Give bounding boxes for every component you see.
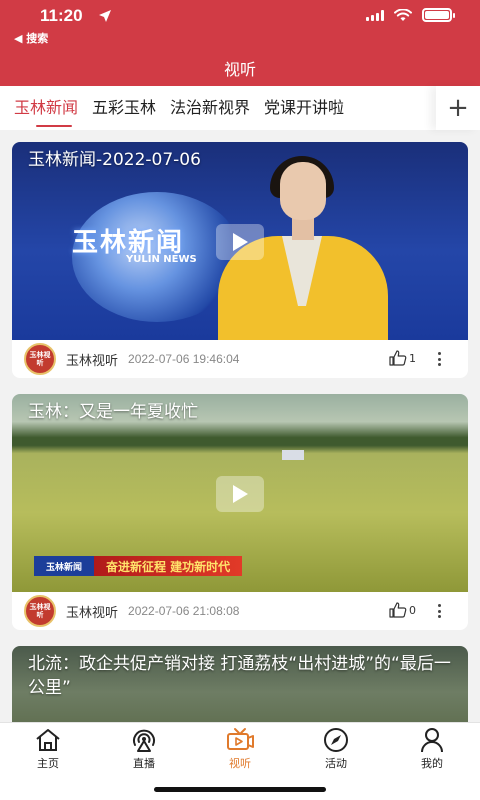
video-title: 玉林新闻-2022-07-06 — [28, 150, 201, 170]
video-thumbnail[interactable]: 北流：政企共促产销对接 打通荔枝“出村进城”的“最后一公里” — [12, 646, 468, 722]
caption-text: 奋进新征程 建功新时代 — [94, 556, 243, 576]
play-icon[interactable] — [216, 224, 264, 260]
play-icon[interactable] — [216, 476, 264, 512]
nav-label: 视听 — [229, 757, 251, 770]
avatar[interactable]: 玉林视听 — [24, 343, 56, 375]
avatar-label: 玉林视听 — [29, 351, 51, 367]
nav-activity[interactable]: 活动 — [288, 723, 384, 773]
user-icon — [421, 728, 443, 753]
status-time: 11:20 — [40, 6, 83, 25]
bottom-nav: 主页 直播 视听 活动 我的 — [0, 722, 480, 800]
video-card[interactable]: 玉林：又是一年夏收忙 玉林新闻 奋进新征程 建功新时代 玉林视听 玉林视听 20… — [12, 394, 468, 630]
nav-profile[interactable]: 我的 — [384, 723, 480, 773]
publish-time: 2022-07-06 19:46:04 — [128, 352, 240, 366]
avatar-label: 玉林视听 — [29, 603, 51, 619]
thumbs-up-icon — [389, 602, 407, 618]
video-feed: 玉林新闻 YULIN NEWS 玉林新闻-2022-07-06 玉林视听 玉林视… — [0, 130, 480, 722]
more-options-icon[interactable] — [430, 350, 448, 368]
home-indicator[interactable] — [154, 787, 326, 792]
nav-live[interactable]: 直播 — [96, 723, 192, 773]
nav-home[interactable]: 主页 — [0, 723, 96, 773]
harvester-graphic — [282, 450, 304, 460]
nav-label: 活动 — [325, 757, 347, 770]
avatar[interactable]: 玉林视听 — [24, 595, 56, 627]
nav-label: 直播 — [133, 757, 155, 770]
video-title: 玉林：又是一年夏收忙 — [28, 402, 198, 422]
tab-colorful-yulin[interactable]: 五彩玉林 — [92, 86, 156, 130]
like-count: 0 — [409, 603, 416, 617]
tv-icon — [227, 728, 254, 750]
thumbnail-logo-en: YULIN NEWS — [126, 254, 197, 265]
status-bar: 11:20 ◀ 搜索 — [0, 6, 480, 45]
publish-time: 2022-07-06 21:08:08 — [128, 604, 240, 618]
video-title: 北流：政企共促产销对接 打通荔枝“出村进城”的“最后一公里” — [28, 654, 451, 698]
app-screen: 11:20 ◀ 搜索 视听 玉林新闻 五彩玉林 法治新视界 党课开讲啦 + 玉林… — [0, 0, 480, 800]
category-tabs: 玉林新闻 五彩玉林 法治新视界 党课开讲啦 + — [0, 86, 480, 130]
tab-yulin-news[interactable]: 玉林新闻 — [14, 86, 78, 130]
caption-logo: 玉林新闻 — [34, 556, 94, 576]
top-bar: 11:20 ◀ 搜索 视听 — [0, 0, 480, 86]
video-thumbnail[interactable]: 玉林：又是一年夏收忙 玉林新闻 奋进新征程 建功新时代 — [12, 394, 468, 592]
live-broadcast-icon — [133, 729, 155, 752]
back-to-app-link[interactable]: ◀ 搜索 — [14, 30, 48, 46]
location-arrow-icon — [99, 10, 111, 22]
nav-label: 我的 — [421, 757, 443, 770]
nav-label: 主页 — [37, 757, 59, 770]
tab-law-vision[interactable]: 法治新视界 — [170, 86, 250, 130]
home-icon — [36, 729, 60, 751]
battery-icon — [422, 8, 455, 22]
thumbs-up-icon — [389, 350, 407, 366]
status-indicators — [366, 8, 455, 22]
video-thumbnail[interactable]: 玉林新闻 YULIN NEWS 玉林新闻-2022-07-06 — [12, 142, 468, 340]
source-name[interactable]: 玉林视听 — [66, 350, 118, 369]
more-options-icon[interactable] — [430, 602, 448, 620]
video-card[interactable]: 北流：政企共促产销对接 打通荔枝“出村进城”的“最后一公里” — [12, 646, 468, 722]
compass-icon — [324, 728, 348, 752]
like-count: 1 — [409, 351, 416, 365]
add-tab-button[interactable]: + — [436, 86, 480, 130]
page-title: 视听 — [223, 60, 256, 79]
news-caption-bar: 玉林新闻 奋进新征程 建功新时代 — [34, 556, 243, 576]
source-name[interactable]: 玉林视听 — [66, 602, 118, 621]
nav-media[interactable]: 视听 — [192, 723, 288, 773]
like-button[interactable]: 0 — [389, 602, 416, 618]
cellular-signal-icon — [366, 9, 384, 21]
video-meta: 玉林视听 玉林视听 2022-07-06 19:46:04 1 — [12, 340, 468, 378]
like-button[interactable]: 1 — [389, 350, 416, 366]
tab-party-lecture[interactable]: 党课开讲啦 — [264, 86, 344, 130]
video-card[interactable]: 玉林新闻 YULIN NEWS 玉林新闻-2022-07-06 玉林视听 玉林视… — [12, 142, 468, 378]
wifi-icon — [394, 8, 412, 21]
video-meta: 玉林视听 玉林视听 2022-07-06 21:08:08 0 — [12, 592, 468, 630]
